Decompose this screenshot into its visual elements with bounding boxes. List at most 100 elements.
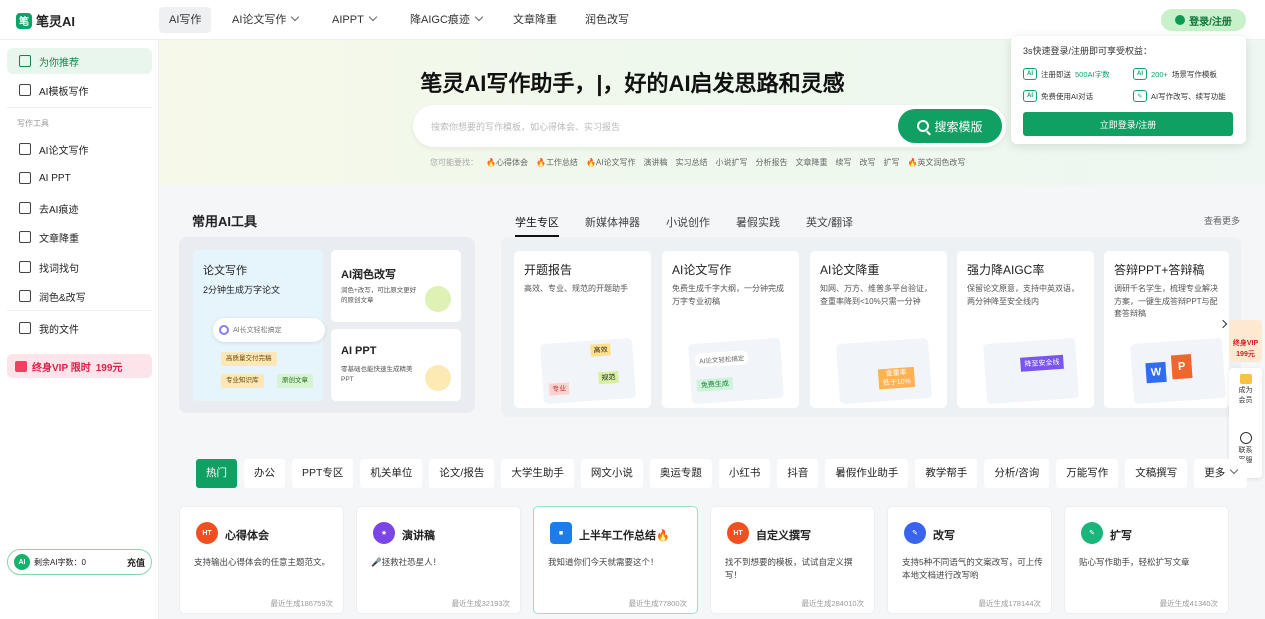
app-name: 笔灵AI — [36, 14, 76, 29]
tool-card-reduce-dup[interactable]: AI论文降重 知网、万方、维普多平台验证，查重率降到<10%只需一分钟 查重率低… — [810, 251, 947, 408]
see-more-link[interactable]: 查看更多 — [1204, 214, 1240, 227]
tool-card-ai-paper[interactable]: AI论文写作 免费生成千字大纲，一分钟完成万字专业初稿 AI论文轻松搞定 免费生… — [662, 251, 799, 408]
category-novel[interactable]: 网文小说 — [580, 459, 643, 488]
recharge-button[interactable]: 充值 — [127, 556, 145, 569]
login-button[interactable]: 登录/注册 — [1161, 9, 1246, 31]
sidebar-item-ai-paper[interactable]: AI论文写作 — [7, 136, 152, 162]
tag-report[interactable]: 分析报告 — [755, 157, 787, 168]
aigc-illustration: 降至安全线 — [983, 337, 1079, 405]
category-summer-homework[interactable]: 暑假作业助手 — [825, 459, 909, 488]
sidebar-item-de-ai[interactable]: 去AI痕迹 — [7, 195, 152, 221]
paper-icon — [19, 143, 31, 155]
tab-novel[interactable]: 小说创作 — [666, 214, 710, 237]
search-template-button[interactable]: 搜索模版 — [898, 109, 1002, 143]
sidebar-item-polish[interactable]: 润色&改写 — [7, 283, 152, 309]
tag-expand[interactable]: 扩写 — [883, 157, 899, 168]
template-card-xinde[interactable]: HT 心得体会 支持输出心得体会的任意主题范文。 最近生成186759次 — [179, 506, 344, 614]
paper-writing-card[interactable]: 论文写作 2分钟生成万字论文 AI长文轻松搞定 高质量交付完稿 专业知识库 原创… — [193, 250, 325, 401]
deai-icon — [19, 202, 31, 214]
pen-icon: ✎ — [1133, 90, 1147, 102]
perk-item: ✎ AI写作改写、续写功能 — [1133, 90, 1226, 102]
nav-reduce-aigc[interactable]: 降AIGC痕迹 — [400, 7, 492, 33]
category-more[interactable]: 更多 — [1194, 459, 1248, 488]
category-analysis[interactable]: 分析/咨询 — [984, 459, 1050, 488]
tag-xinde[interactable]: 🔥心得体会 — [486, 157, 528, 168]
tab-student[interactable]: 学生专区 — [515, 214, 559, 237]
tab-new-media[interactable]: 新媒体神器 — [585, 214, 640, 237]
top-bar: 笔 笔灵AI AI写作 AI论文写作 AIPPT 降AIGC痕迹 文章降重 润色… — [0, 0, 1265, 40]
headset-icon — [1239, 432, 1252, 444]
category-paper[interactable]: 论文/报告 — [429, 459, 495, 488]
nav-aippt[interactable]: AIPPT — [322, 7, 386, 33]
magic-pen-icon: ✎ — [904, 522, 926, 544]
tab-english[interactable]: 英文/翻译 — [806, 214, 853, 237]
category-college[interactable]: 大学生助手 — [501, 459, 574, 488]
sidebar: 为你推荐 AI模板写作 写作工具 AI论文写作 AI PPT 去AI痕迹 文章降… — [0, 40, 159, 619]
vip-banner[interactable]: 终身VIP 限时 199元 — [7, 354, 152, 378]
divider — [7, 310, 152, 311]
tool-card-proposal[interactable]: 开题报告 高效、专业、规范的开题助手 高效 规范 专业 — [514, 251, 651, 408]
member-button[interactable]: 成为 会员 — [1229, 374, 1262, 406]
sidebar-item-rewrite[interactable]: 文章降重 — [7, 224, 152, 250]
tag-ai-paper[interactable]: 🔥AI论文写作 — [586, 157, 636, 168]
chevron-down-icon — [1230, 465, 1239, 475]
find-icon — [19, 261, 31, 273]
category-olympics[interactable]: 奥运专题 — [649, 459, 712, 488]
popup-login-button[interactable]: 立即登录/注册 — [1023, 112, 1233, 136]
category-teaching[interactable]: 教学帮手 — [915, 459, 978, 488]
tag-novel[interactable]: 小说扩写 — [715, 157, 747, 168]
category-office[interactable]: 办公 — [244, 459, 285, 488]
template-card-speech[interactable]: ★ 演讲稿 🎤拯救社恐星人！ 最近生成32193次 — [356, 506, 521, 614]
search-input[interactable]: 搜索你想要的写作模板，如心得体会、实习报告 — [431, 120, 620, 133]
app-logo[interactable]: 笔 笔灵AI — [16, 11, 75, 30]
category-douyin[interactable]: 抖音 — [777, 459, 819, 488]
tag-english[interactable]: 🔥英文润色改写 — [907, 157, 965, 168]
defense-illustration: W P — [1130, 337, 1226, 405]
nav-polish[interactable]: 润色改写 — [575, 7, 639, 33]
template-card-custom[interactable]: HT 自定义撰写 找不到想要的模板，试试自定义撰写！ 最近生成284010次 — [710, 506, 875, 614]
category-xiaohongshu[interactable]: 小红书 — [718, 459, 771, 488]
ai-ring-icon — [219, 325, 229, 335]
ai-credit-icon: AI — [14, 554, 30, 570]
sidebar-item-find[interactable]: 找词找句 — [7, 254, 152, 280]
logo-icon: 笔 — [16, 12, 32, 29]
tool-card-aigc[interactable]: 强力降AIGC率 保留论文原意，支持中英双语，两分钟降至安全线内 降至安全线 — [957, 251, 1094, 408]
tag-reduce[interactable]: 文章降重 — [795, 157, 827, 168]
ai-ppt-card[interactable]: AI PPT 零基础也能快速生成精美PPT — [331, 329, 461, 401]
fire-icon: 🔥 — [585, 158, 596, 167]
template-card-work-summary[interactable]: ■ 上半年工作总结🔥 我知道你们今天就需要这个！ 最近生成77800次 — [533, 506, 698, 614]
sidebar-item-ai-ppt[interactable]: AI PPT — [7, 165, 152, 191]
tool-card-defense-ppt[interactable]: 答辩PPT+答辩稿 调研千名学生，梳理专业解决方案，一键生成答辩PPT与配套答辩… — [1104, 251, 1229, 408]
divider — [7, 107, 152, 108]
tag-speech[interactable]: 演讲稿 — [643, 157, 667, 168]
briefcase-icon: ■ — [550, 522, 572, 544]
tab-summer[interactable]: 暑假实践 — [736, 214, 780, 237]
tag-continue[interactable]: 续写 — [835, 157, 851, 168]
tag-intern[interactable]: 实习总结 — [675, 157, 707, 168]
category-gov[interactable]: 机关单位 — [360, 459, 423, 488]
sidebar-item-my-files[interactable]: 我的文件 — [7, 315, 152, 341]
polish-card[interactable]: AI润色改写 润色+改写，可比原文更好的原创文章 — [331, 250, 461, 322]
template-search-box[interactable]: 搜索你想要的写作模板，如心得体会、实习报告 搜索模版 — [413, 105, 1006, 147]
nav-ai-writing[interactable]: AI写作 — [159, 7, 212, 33]
ai-icon: AI — [1023, 68, 1037, 80]
template-card-rewrite[interactable]: ✎ 改写 支持5种不同语气的文案改写，可上传本地文档进行改写哟 最近生成1781… — [887, 506, 1052, 614]
user-icon — [1175, 15, 1186, 25]
tag-work-summary[interactable]: 🔥工作总结 — [536, 157, 578, 168]
category-universal[interactable]: 万能写作 — [1056, 459, 1119, 488]
category-ppt[interactable]: PPT专区 — [292, 459, 354, 488]
tag-rewrite[interactable]: 改写 — [859, 157, 875, 168]
nav-ai-paper[interactable]: AI论文写作 — [222, 7, 308, 33]
template-card-expand[interactable]: ✎ 扩写 贴心写作助手，轻松扩写文章 最近生成41340次 — [1064, 506, 1229, 614]
category-hot[interactable]: 热门 — [196, 459, 237, 488]
vip-gift-badge[interactable]: 终身VIP 199元 — [1229, 320, 1262, 362]
gift-icon — [15, 360, 27, 372]
nav-rewrite[interactable]: 文章降重 — [503, 7, 567, 33]
category-manuscript[interactable]: 文稿撰写 — [1125, 459, 1188, 488]
floating-panel: 终身VIP199元 成为 会员 联系 客服 — [1229, 318, 1262, 478]
reduce-dup-illustration: 查重率 低于10% — [836, 337, 932, 405]
ai-icon: AI — [1133, 68, 1147, 80]
leaf-icon — [425, 286, 451, 312]
perk-item: AI 免费使用AI对话 — [1023, 90, 1093, 102]
mini-search-illustration: AI长文轻松搞定 — [213, 318, 325, 342]
